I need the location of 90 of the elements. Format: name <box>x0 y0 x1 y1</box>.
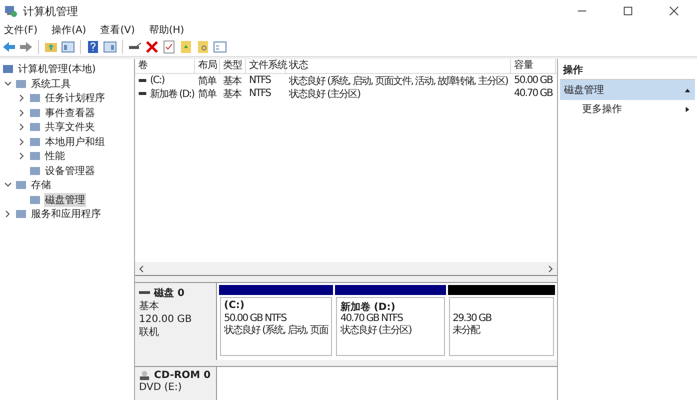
column-header[interactable]: 卷 <box>135 59 195 73</box>
close-icon[interactable] <box>669 6 679 16</box>
chevron-icon[interactable] <box>18 94 26 102</box>
node-icon <box>29 106 41 119</box>
folder-up-icon[interactable] <box>44 40 58 54</box>
table-cell: NTFS <box>249 88 271 99</box>
disk-name: 磁盘 0 <box>154 286 184 300</box>
column-header[interactable]: 容量 <box>511 59 556 73</box>
checklist-icon[interactable] <box>162 40 176 54</box>
table-cell: 40.70 GB <box>514 88 552 99</box>
tree-item[interactable]: 本地用户和组 <box>44 134 106 149</box>
table-cell-text: 新加卷 (D:) <box>150 88 194 100</box>
tree-item[interactable]: 存储 <box>30 178 52 192</box>
partition-detail: 状态良好 (主分区) <box>340 325 412 337</box>
table-cell-text: 基本 <box>223 74 241 88</box>
partition-detail: 29.30 GB <box>452 313 492 324</box>
chevron-icon[interactable] <box>18 138 26 146</box>
menu-item[interactable]: 操作(A) <box>52 23 86 37</box>
node-icon <box>15 78 27 90</box>
node-icon <box>29 164 41 177</box>
node-icon <box>29 136 41 148</box>
tree-item[interactable]: 计算机管理(本地) <box>17 62 97 76</box>
disk-name: CD-ROM 0 <box>154 370 211 381</box>
partition-detail: 状态良好 (系统, 启动, 页面 <box>224 325 328 337</box>
folder-search-icon[interactable] <box>196 40 210 54</box>
column-header[interactable]: 文件系统 <box>246 59 286 73</box>
tree-item[interactable]: 任务计划程序 <box>44 91 106 106</box>
help-icon[interactable] <box>86 40 100 54</box>
partition-detail: 50.00 GB NTFS <box>224 313 288 324</box>
volume-icon <box>138 92 147 95</box>
chevron-icon[interactable] <box>18 123 26 132</box>
tree-item[interactable]: 性能 <box>44 149 66 164</box>
disk-detail: 联机 <box>139 326 160 339</box>
chevron-icon[interactable] <box>18 152 26 160</box>
chevron-icon[interactable] <box>4 181 12 190</box>
node-icon <box>2 63 14 76</box>
tree-item[interactable]: 服务和应用程序 <box>30 207 102 222</box>
node-icon <box>29 121 41 134</box>
column-header[interactable]: 类型 <box>220 59 246 73</box>
submenu-arrow-icon <box>684 106 691 112</box>
properties-icon[interactable] <box>213 40 227 54</box>
node-icon <box>15 208 27 220</box>
window-title: 计算机管理 <box>23 4 78 18</box>
delete-icon[interactable] <box>145 40 159 54</box>
disk-detail: DVD (E:) <box>139 381 183 394</box>
node-icon <box>29 92 41 104</box>
volume-icon <box>138 79 147 82</box>
table-cell: (C:) <box>150 75 164 86</box>
column-header[interactable]: 布局 <box>195 59 220 73</box>
forward-arrow-icon[interactable] <box>19 40 33 54</box>
node-icon <box>29 194 41 206</box>
console-tree-icon[interactable] <box>61 40 75 54</box>
scroll-left-icon[interactable] <box>138 264 146 272</box>
node-icon <box>15 179 27 192</box>
collapse-icon[interactable] <box>684 86 691 94</box>
table-cell-text: 简单 <box>198 88 216 100</box>
column-header[interactable]: 状态 <box>286 59 511 73</box>
node-icon <box>29 150 41 162</box>
tree-item[interactable]: 磁盘管理 <box>44 192 86 207</box>
scroll-right-icon[interactable] <box>546 264 554 272</box>
menu-item[interactable]: 查看(V) <box>100 23 135 37</box>
chevron-icon[interactable] <box>4 210 12 218</box>
action-section[interactable]: 磁盘管理 <box>560 80 695 100</box>
maximize-icon[interactable] <box>623 6 633 16</box>
tree-item[interactable]: 系统工具 <box>30 76 72 91</box>
table-cell: NTFS <box>249 75 271 86</box>
chevron-icon[interactable] <box>4 80 12 88</box>
chevron-icon[interactable] <box>18 108 26 117</box>
table-cell-text: 状态良好 (系统, 启动, 页面文件, 活动, 故障转储, 主分区) <box>289 74 508 88</box>
cd-drive-icon <box>139 370 150 381</box>
back-arrow-icon[interactable] <box>2 40 16 54</box>
partition-detail: 40.70 GB NTFS <box>340 313 404 324</box>
partition-detail: 未分配 <box>452 325 482 337</box>
tree-item[interactable]: 设备管理器 <box>44 164 96 178</box>
disk-detail: 120.00 GB <box>139 313 193 326</box>
table-cell-text: 简单 <box>198 74 216 88</box>
partition-title: (C:) <box>224 300 246 313</box>
action-item[interactable]: 更多操作 <box>560 100 695 118</box>
partition-title: 新加卷 (D:) <box>340 300 396 313</box>
menu-item[interactable]: 文件(F) <box>4 23 38 37</box>
table-cell: 50.00 GB <box>514 75 552 86</box>
table-cell-text: 状态良好 (主分区) <box>289 88 360 100</box>
panel-icon[interactable] <box>103 40 117 54</box>
computer-management-icon <box>4 4 18 18</box>
disk-detail: 基本 <box>139 300 160 313</box>
menu-item[interactable]: 帮助(H) <box>148 23 184 37</box>
horizontal-scrollbar[interactable] <box>135 262 557 275</box>
tree-item[interactable]: 共享文件夹 <box>44 120 96 134</box>
tree-item[interactable]: 事件查看器 <box>44 106 96 120</box>
table-cell-text: 基本 <box>223 88 241 100</box>
